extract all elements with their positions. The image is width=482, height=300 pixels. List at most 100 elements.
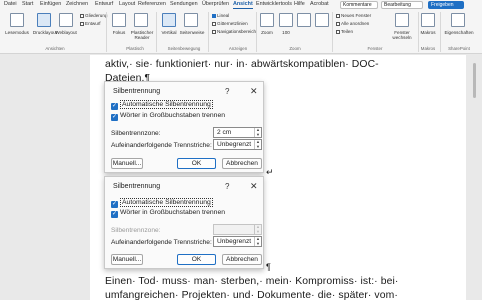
vertical-icon[interactable] — [162, 13, 176, 27]
tab-acrobat[interactable]: Acrobat — [310, 1, 329, 7]
consecutive-hyphens-input[interactable]: Unbegrenzt ▲ ▼ — [213, 236, 262, 247]
web-layout-icon[interactable] — [59, 13, 73, 27]
comments-button[interactable]: Kommentare — [340, 1, 378, 9]
line-break-mark: ↵ — [266, 167, 274, 177]
zoom-icon[interactable] — [260, 13, 274, 27]
outline-button[interactable]: Gliederung — [80, 13, 107, 19]
spinner-icon: ▲ ▼ — [254, 224, 261, 234]
web-layout-label: Weblayout — [55, 30, 77, 35]
hyphenation-dialog: Silbentrennung ? ✕ ✓ Automatische Silbent… — [104, 176, 264, 269]
read-mode-label: Lesemodus — [5, 30, 29, 35]
tab-datei[interactable]: Datei — [4, 1, 17, 7]
tab-ueberpruefen[interactable]: Überprüfen — [202, 1, 229, 7]
tab-layout[interactable]: Layout — [119, 1, 135, 7]
zoom-100-label: 100 — [282, 30, 290, 35]
tab-start[interactable]: Start — [22, 1, 33, 7]
check-icon: ✓ — [111, 114, 118, 121]
manual-button[interactable]: Manuell... — [111, 158, 143, 169]
hyphenate-caps-checkbox[interactable]: ✓ Wörter in Großbuchstaben trennen — [111, 112, 225, 121]
paragraph-mark: ¶ — [266, 262, 271, 272]
macros-icon[interactable] — [421, 13, 435, 27]
scrollbar-thumb[interactable] — [473, 63, 476, 98]
navigation-pane-checkbox[interactable]: Navigationsbereich — [212, 29, 256, 35]
share-button[interactable]: Freigeben — [428, 1, 464, 9]
group-fenster: Fenster — [367, 46, 383, 51]
focus-icon[interactable] — [112, 13, 126, 27]
tab-hilfe[interactable]: Hilfe — [294, 1, 305, 7]
arrange-all-button[interactable]: Alle anordnen — [336, 21, 369, 27]
read-mode-icon[interactable] — [10, 13, 24, 27]
tab-ansicht[interactable]: Ansicht — [233, 1, 253, 9]
hyphenation-zone-label: Silbentrennzone: — [111, 130, 161, 137]
zoom-100-icon[interactable] — [279, 13, 293, 27]
split-icon — [336, 29, 340, 34]
tab-referenzen[interactable]: Referenzen — [138, 1, 166, 7]
ok-button[interactable]: OK — [177, 158, 216, 169]
tab-einfuegen[interactable]: Einfügen — [40, 1, 61, 7]
side-to-side-icon[interactable] — [184, 13, 198, 27]
hyphenate-caps-label: Wörter in Großbuchstaben trennen — [120, 209, 226, 216]
ruler-checkbox[interactable]: Lineal — [212, 13, 229, 19]
close-icon[interactable]: ✕ — [250, 181, 258, 192]
consecutive-hyphens-label: Aufeinanderfolgende Trennstriche: — [111, 239, 212, 246]
new-window-button[interactable]: Neues Fenster — [336, 13, 371, 19]
auto-hyphenation-checkbox[interactable]: ✓ Automatische Silbentrennung — [111, 100, 213, 110]
auto-hyphenation-label: Automatische Silbentrennung — [120, 198, 213, 207]
outline-icon — [80, 13, 84, 18]
spinner-icon[interactable]: ▲ ▼ — [254, 127, 261, 137]
separator — [208, 12, 209, 52]
macros-label: Makros — [420, 30, 436, 35]
draft-icon — [80, 21, 84, 26]
doc-line: Einen· Tod· muss· man· sterben,· mein· K… — [105, 276, 399, 287]
dialog-title: Silbentrennung — [113, 88, 161, 95]
editing-button[interactable]: Bearbeitung — [381, 1, 423, 9]
separator — [332, 12, 333, 52]
ok-button[interactable]: OK — [177, 254, 216, 265]
one-page-icon[interactable] — [297, 13, 311, 27]
draft-button[interactable]: Entwurf — [80, 21, 101, 27]
dialog-title: Silbentrennung — [113, 183, 161, 190]
tab-entwicklertools[interactable]: Entwicklertools — [256, 1, 292, 7]
tab-zeichnen[interactable]: Zeichnen — [66, 1, 88, 7]
hyphenation-zone-label: Silbentrennzone: — [111, 227, 161, 234]
split-button[interactable]: Teilen — [336, 29, 353, 35]
manual-button[interactable]: Manuell... — [111, 254, 143, 265]
print-layout-icon[interactable] — [37, 13, 51, 27]
ribbon: Datei Start Einfügen Zeichnen Entwurf La… — [0, 0, 482, 54]
help-icon[interactable]: ? — [225, 182, 229, 191]
check-icon: ✓ — [111, 201, 118, 208]
cancel-button[interactable]: Abbrechen — [222, 158, 262, 169]
checkbox-icon — [212, 29, 216, 34]
tab-entwurf[interactable]: Entwurf — [95, 1, 113, 7]
hyphenate-caps-checkbox[interactable]: ✓ Wörter in Großbuchstaben trennen — [111, 209, 225, 218]
tab-sendungen[interactable]: Sendungen — [170, 1, 198, 7]
hyphenation-zone-input: ▲ ▼ — [213, 224, 262, 235]
properties-label: Eigenschaften — [444, 30, 474, 35]
group-anzeigen: Anzeigen — [228, 46, 248, 51]
focus-label: Fokus — [112, 30, 126, 35]
cancel-button[interactable]: Abbrechen — [222, 254, 262, 265]
close-icon[interactable]: ✕ — [250, 86, 258, 97]
group-ansichten: Ansichten — [45, 46, 65, 51]
spinner-icon[interactable]: ▲ ▼ — [254, 139, 261, 149]
hyphenate-caps-label: Wörter in Großbuchstaben trennen — [120, 112, 226, 119]
auto-hyphenation-checkbox[interactable]: ✓ Automatische Silbentrennung — [111, 198, 213, 208]
gridlines-checkbox[interactable]: Gitternetzlinien — [212, 21, 248, 27]
group-plastisch: Plastisch — [126, 46, 144, 51]
spinner-icon[interactable]: ▲ ▼ — [254, 236, 261, 246]
doc-line: aktiv,· sie· funktioniert· nur· in· abwä… — [105, 59, 379, 70]
group-seitenbewegung: Seitenbewegung — [167, 46, 201, 51]
hyphenation-zone-input[interactable]: 2 cm ▲ ▼ — [213, 127, 262, 138]
group-zoom: Zoom — [289, 46, 301, 51]
properties-icon[interactable] — [451, 13, 465, 27]
switch-window-icon[interactable] — [395, 13, 409, 27]
immersive-reader-icon[interactable] — [134, 13, 148, 27]
multiple-pages-icon[interactable] — [315, 13, 329, 27]
consecutive-hyphens-input[interactable]: Unbegrenzt ▲ ▼ — [213, 139, 262, 150]
vertical-scrollbar[interactable] — [468, 55, 482, 300]
help-icon[interactable]: ? — [225, 87, 229, 96]
separator — [156, 12, 157, 52]
hyphenation-dialog: Silbentrennung ? ✕ ✓ Automatische Silbent… — [104, 81, 264, 173]
checkbox-icon — [212, 21, 216, 26]
new-window-icon — [336, 13, 340, 18]
